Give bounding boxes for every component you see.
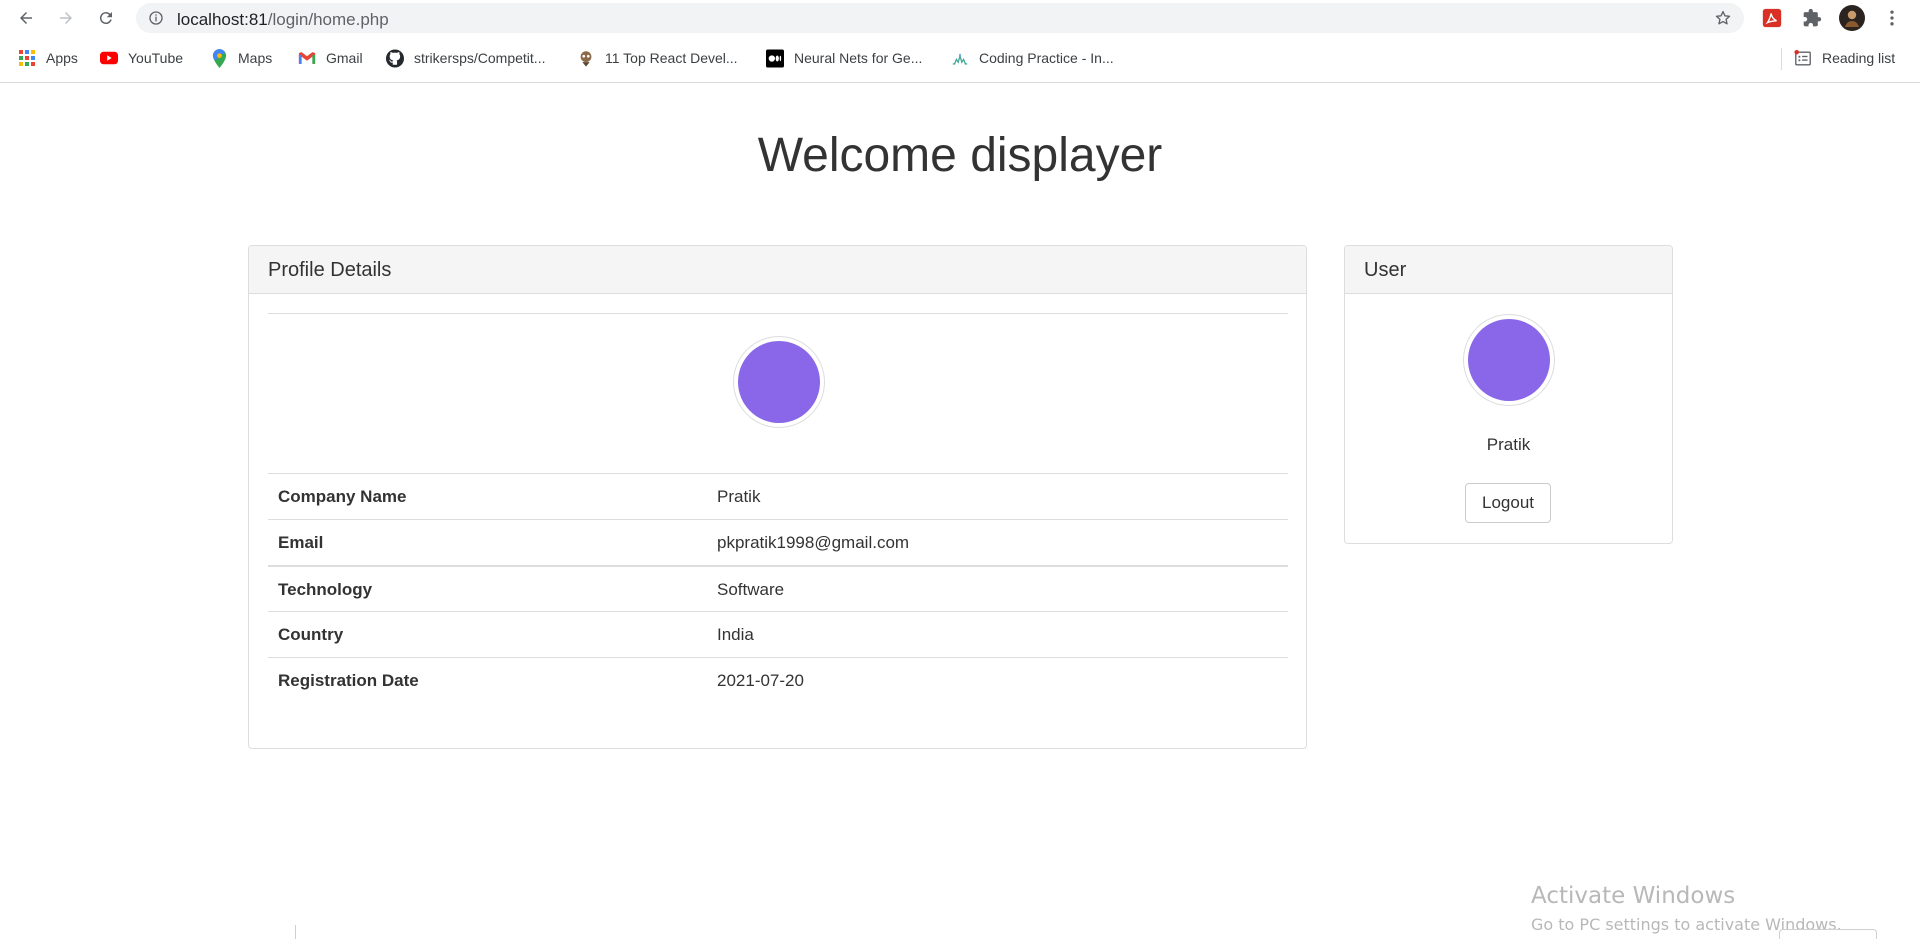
- bookmark-top-react[interactable]: 11 Top React Devel...: [577, 44, 738, 72]
- maps-pin-icon: [210, 48, 228, 68]
- menu-kebab-icon[interactable]: [1879, 5, 1905, 31]
- site-info-icon[interactable]: [148, 10, 164, 26]
- interviewbit-icon: [951, 49, 969, 67]
- bookmark-star-icon[interactable]: [1714, 9, 1732, 27]
- bookmark-label: Coding Practice - In...: [979, 50, 1114, 66]
- reading-list-label: Reading list: [1822, 50, 1896, 66]
- forward-button[interactable]: [52, 4, 80, 32]
- youtube-icon: [100, 49, 118, 67]
- bookmarks-divider: [1781, 48, 1782, 70]
- bookmark-label: strikersps/Competit...: [414, 50, 546, 66]
- toptal-icon: [577, 49, 595, 67]
- reading-list-button[interactable]: Reading list: [1794, 44, 1895, 72]
- field-value: Pratik: [717, 487, 761, 506]
- bookmark-gmail[interactable]: Gmail: [298, 44, 363, 72]
- url-path: /login/home.php: [267, 10, 389, 29]
- field-value: Software: [717, 580, 785, 599]
- table-row: Company Name Pratik: [268, 473, 1288, 519]
- user-panel-heading: User: [1345, 246, 1672, 294]
- table-row: Technology Software: [268, 565, 1288, 611]
- user-name: Pratik: [1486, 435, 1531, 454]
- pdf-extension-icon[interactable]: [1759, 5, 1785, 31]
- browser-toolbar: localhost:81/login/home.php: [0, 0, 1920, 36]
- field-label: Email: [278, 533, 324, 552]
- field-value: pkpratik1998@gmail.com: [717, 533, 910, 552]
- extensions-puzzle-icon[interactable]: [1799, 5, 1825, 31]
- reload-button[interactable]: [92, 4, 120, 32]
- bookmarks-bar: Apps YouTube Maps Gmail strikersps/Compe…: [0, 44, 1920, 72]
- reload-icon: [99, 12, 112, 25]
- url-host: localhost:81: [177, 10, 268, 29]
- field-label: Registration Date: [278, 671, 419, 690]
- bookmark-label: Gmail: [326, 50, 363, 66]
- profile-details-panel: Profile Details Company Name Pratik Emai…: [248, 245, 1307, 749]
- bookmark-github[interactable]: strikersps/Competit...: [386, 44, 545, 72]
- bookmark-label: Neural Nets for Ge...: [794, 50, 923, 66]
- apps-grid-icon: [18, 49, 36, 67]
- field-label: Country: [278, 625, 344, 644]
- gmail-icon: [298, 49, 316, 67]
- bookmark-youtube[interactable]: YouTube: [100, 44, 183, 72]
- bookmark-maps[interactable]: Maps: [210, 44, 272, 72]
- field-value: India: [717, 625, 754, 644]
- bookmark-label: Maps: [238, 50, 273, 66]
- reading-list-icon: [1794, 49, 1812, 67]
- github-icon: [386, 49, 404, 67]
- profile-panel-heading: Profile Details: [249, 246, 1306, 294]
- bookmark-coding-practice[interactable]: Coding Practice - In...: [951, 44, 1114, 72]
- bookmark-label: Apps: [46, 50, 78, 66]
- divider: [1779, 929, 1877, 939]
- user-panel: User Pratik Logout: [1344, 245, 1673, 544]
- user-avatar: [1468, 319, 1550, 401]
- table-row: Country India: [268, 611, 1288, 657]
- page-title: Welcome displayer: [757, 129, 1163, 182]
- field-label: Technology: [278, 580, 373, 599]
- table-row: Registration Date 2021-07-20: [268, 657, 1288, 703]
- url-text: localhost:81/login/home.php: [177, 10, 389, 30]
- bookmark-neural-nets[interactable]: Neural Nets for Ge...: [766, 44, 922, 72]
- browser-chrome-border: [0, 82, 1920, 83]
- bookmark-label: 11 Top React Devel...: [605, 50, 738, 66]
- divider: [295, 925, 296, 939]
- profile-avatar: [738, 341, 820, 423]
- table-row: Email pkpratik1998@gmail.com: [268, 519, 1288, 565]
- forward-arrow-icon: [60, 12, 72, 24]
- bookmark-label: YouTube: [128, 50, 184, 66]
- profile-avatar-icon[interactable]: [1839, 5, 1865, 31]
- watermark-title: Activate Windows: [1531, 883, 1736, 909]
- back-arrow-icon: [20, 12, 32, 24]
- field-label: Company Name: [278, 487, 407, 506]
- divider: [268, 313, 1288, 314]
- profile-details-table: Company Name Pratik Email pkpratik1998@g…: [268, 473, 1288, 703]
- address-bar[interactable]: localhost:81/login/home.php: [136, 3, 1744, 33]
- logout-button[interactable]: Logout: [1465, 483, 1551, 523]
- field-value: 2021-07-20: [717, 671, 804, 690]
- back-button[interactable]: [12, 4, 40, 32]
- bookmark-apps[interactable]: Apps: [18, 44, 78, 72]
- medium-icon: [766, 49, 784, 67]
